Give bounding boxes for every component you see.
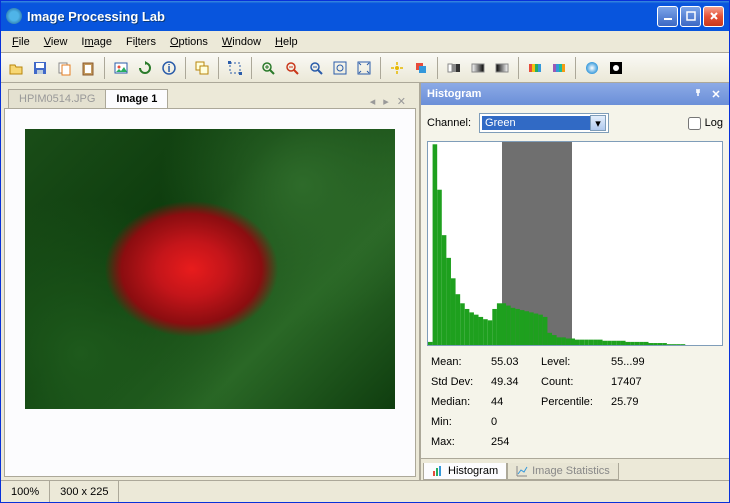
histogram-bars (428, 142, 722, 346)
hue-icon[interactable] (581, 57, 603, 79)
bars-icon (432, 465, 444, 477)
copy-icon[interactable] (53, 57, 75, 79)
mean-value: 55.03 (491, 356, 541, 368)
max-value: 254 (491, 436, 541, 448)
document-body[interactable] (4, 108, 416, 477)
status-dims: 300 x 225 (50, 481, 119, 502)
mean-label: Mean: (431, 356, 491, 368)
info-icon[interactable]: i (158, 57, 180, 79)
menu-filters[interactable]: Filters (119, 34, 163, 50)
fit-window-icon[interactable] (353, 57, 375, 79)
count-value: 17407 (611, 376, 671, 388)
invert-icon[interactable] (605, 57, 627, 79)
gradient2-icon[interactable] (491, 57, 513, 79)
tab-prev-icon[interactable]: ◂ (368, 95, 378, 108)
menu-image[interactable]: Image (74, 34, 119, 50)
reload-icon[interactable] (134, 57, 156, 79)
palette2-icon[interactable] (548, 57, 570, 79)
menu-view[interactable]: View (37, 34, 75, 50)
menu-options[interactable]: Options (163, 34, 215, 50)
document-pane: HPIM0514.JPG Image 1 ◂ ▸ ✕ (1, 83, 419, 480)
pct-value: 25.79 (611, 396, 671, 408)
center-icon[interactable] (386, 57, 408, 79)
menubar: File View Image Filters Options Window H… (1, 31, 729, 53)
zoom-out-icon[interactable] (281, 57, 303, 79)
median-value: 44 (491, 396, 541, 408)
document-tabs: HPIM0514.JPG Image 1 ◂ ▸ ✕ (4, 86, 416, 108)
zoom-actual-icon[interactable] (329, 57, 351, 79)
crop-icon[interactable] (224, 57, 246, 79)
level-label: Level: (541, 356, 611, 368)
save-icon[interactable] (29, 57, 51, 79)
zoom-fit-icon[interactable] (305, 57, 327, 79)
palette1-icon[interactable] (524, 57, 546, 79)
log-checkbox[interactable] (688, 117, 701, 130)
chevron-down-icon[interactable]: ▾ (590, 115, 606, 131)
zoom-in-icon[interactable] (257, 57, 279, 79)
titlebar[interactable]: Image Processing Lab (1, 1, 729, 31)
tab-active[interactable]: Image 1 (105, 89, 168, 108)
svg-text:i: i (167, 63, 170, 75)
clone-icon[interactable] (191, 57, 213, 79)
image-icon[interactable] (110, 57, 132, 79)
median-label: Median: (431, 396, 491, 408)
paste-icon[interactable] (77, 57, 99, 79)
min-value: 0 (491, 416, 541, 428)
menu-help[interactable]: Help (268, 34, 305, 50)
gradient1-icon[interactable] (467, 57, 489, 79)
pct-label: Percentile: (541, 396, 611, 408)
grayscale-icon[interactable] (443, 57, 465, 79)
panel-title: Histogram (427, 88, 687, 100)
statusbar: 100% 300 x 225 (1, 480, 729, 502)
max-label: Max: (431, 436, 491, 448)
count-label: Count: (541, 376, 611, 388)
app-icon (6, 8, 22, 24)
tab-next-icon[interactable]: ▸ (381, 95, 391, 108)
pin-icon[interactable] (691, 87, 705, 101)
min-label: Min: (431, 416, 491, 428)
maximize-button[interactable] (680, 6, 701, 27)
close-button[interactable] (703, 6, 724, 27)
tab-inactive[interactable]: HPIM0514.JPG (8, 89, 106, 108)
histogram-chart[interactable] (427, 141, 723, 346)
toolbar: i (1, 53, 729, 83)
open-icon[interactable] (5, 57, 27, 79)
layers-icon[interactable] (410, 57, 432, 79)
channel-label: Channel: (427, 117, 471, 129)
status-zoom: 100% (1, 481, 50, 502)
panel-bottom-tabs: Histogram Image Statistics (421, 458, 729, 480)
stddev-value: 49.34 (491, 376, 541, 388)
log-label: Log (705, 117, 723, 129)
panel-titlebar[interactable]: Histogram ✕ (421, 83, 729, 105)
channel-select[interactable]: Green ▾ (479, 113, 609, 133)
tab-histogram[interactable]: Histogram (423, 463, 507, 480)
image-content (25, 129, 395, 409)
level-value: 55...99 (611, 356, 671, 368)
menu-file[interactable]: File (5, 34, 37, 50)
menu-window[interactable]: Window (215, 34, 268, 50)
tab-image-statistics[interactable]: Image Statistics (507, 463, 619, 480)
stats-grid: Mean: 55.03 Level: 55...99 Std Dev: 49.3… (427, 346, 723, 452)
chart-icon (516, 465, 528, 477)
channel-value: Green (482, 116, 590, 130)
stddev-label: Std Dev: (431, 376, 491, 388)
panel-close-icon[interactable]: ✕ (709, 87, 723, 101)
window-title: Image Processing Lab (27, 9, 655, 24)
histogram-panel: Histogram ✕ Channel: Green ▾ Log (419, 83, 729, 480)
image-viewport[interactable] (25, 129, 395, 409)
tab-close-icon[interactable]: ✕ (395, 95, 408, 108)
minimize-button[interactable] (657, 6, 678, 27)
